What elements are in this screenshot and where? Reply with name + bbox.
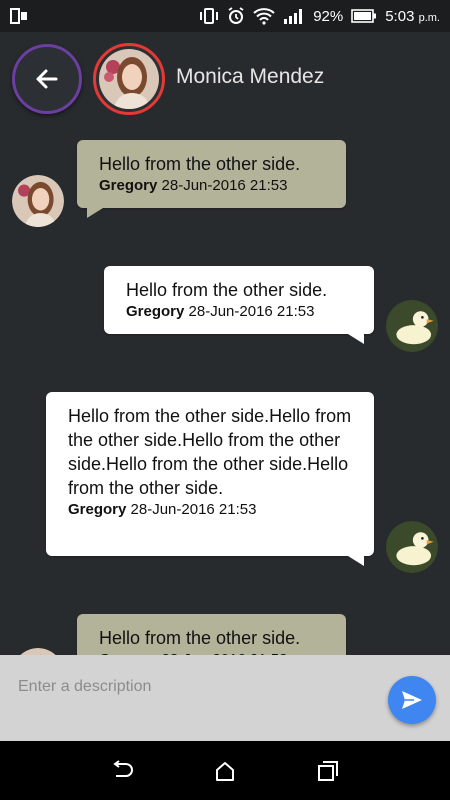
system-nav-bar bbox=[0, 741, 450, 800]
message-text: Hello from the other side. bbox=[126, 280, 328, 300]
bubble-tail bbox=[348, 556, 364, 566]
my-avatar[interactable] bbox=[386, 521, 438, 573]
back-button[interactable] bbox=[12, 44, 82, 114]
my-avatar[interactable] bbox=[386, 300, 438, 352]
vibrate-icon bbox=[200, 8, 219, 24]
contact-name: Monica Mendez bbox=[176, 65, 325, 88]
woman-portrait-image bbox=[12, 175, 64, 227]
message-sender: Gregory bbox=[99, 177, 158, 194]
message-text: Hello from the other side.Hello from the… bbox=[68, 406, 352, 498]
nav-recents-button[interactable] bbox=[308, 751, 348, 791]
signal-icon bbox=[284, 9, 303, 24]
clock-time: 5:03 bbox=[385, 7, 415, 25]
status-bar: 92% 5:03 p.m. bbox=[0, 0, 450, 32]
bubble-tail bbox=[348, 334, 364, 344]
message-sender: Gregory bbox=[126, 303, 185, 320]
send-button[interactable] bbox=[388, 676, 436, 724]
message-meta: Gregory 28-Jun-2016 21:53 bbox=[126, 303, 352, 321]
message-timestamp: 28-Jun-2016 21:53 bbox=[188, 303, 315, 320]
nav-back-button[interactable] bbox=[102, 751, 142, 791]
message-text: Hello from the other side. bbox=[99, 154, 301, 174]
bubble-tail bbox=[87, 208, 103, 218]
message-meta: Gregory 28-Jun-2016 21:53 bbox=[99, 177, 324, 195]
message-bubble-incoming[interactable]: Hello from the other side. Gregory 28-Ju… bbox=[77, 140, 346, 218]
message-sender: Gregory bbox=[68, 501, 127, 518]
message-meta: Gregory 28-Jun-2016 21:53 bbox=[68, 501, 352, 519]
contact-avatar[interactable] bbox=[93, 43, 165, 115]
chat-header: Monica Mendez bbox=[0, 32, 450, 128]
sender-avatar[interactable] bbox=[12, 175, 64, 227]
woman-portrait-image bbox=[99, 49, 159, 109]
duck-image bbox=[386, 521, 438, 573]
alarm-icon bbox=[228, 7, 244, 24]
screen-mirror-icon bbox=[10, 8, 27, 24]
wifi-icon bbox=[253, 8, 275, 25]
duck-image bbox=[386, 300, 438, 352]
nav-home-button[interactable] bbox=[205, 751, 245, 791]
send-icon bbox=[402, 691, 422, 709]
composer-bar bbox=[0, 655, 450, 741]
battery-percent: 92% bbox=[313, 7, 344, 25]
chat-screen: 92% 5:03 p.m. Monica Mendez Hello from t… bbox=[0, 0, 450, 800]
nav-home-icon bbox=[215, 761, 234, 781]
description-input[interactable] bbox=[18, 673, 368, 701]
message-timestamp: 28-Jun-2016 21:53 bbox=[130, 501, 257, 518]
message-text: Hello from the other side. bbox=[99, 628, 301, 648]
arrow-left-icon bbox=[36, 69, 58, 89]
message-bubble-outgoing[interactable]: Hello from the other side.Hello from the… bbox=[46, 392, 374, 566]
message-bubble-outgoing[interactable]: Hello from the other side. Gregory 28-Ju… bbox=[104, 266, 374, 344]
nav-back-icon bbox=[112, 759, 133, 777]
message-timestamp: 28-Jun-2016 21:53 bbox=[161, 177, 288, 194]
nav-recents-icon bbox=[318, 760, 339, 781]
clock-ampm: p.m. bbox=[418, 11, 440, 24]
battery-icon bbox=[351, 9, 377, 23]
